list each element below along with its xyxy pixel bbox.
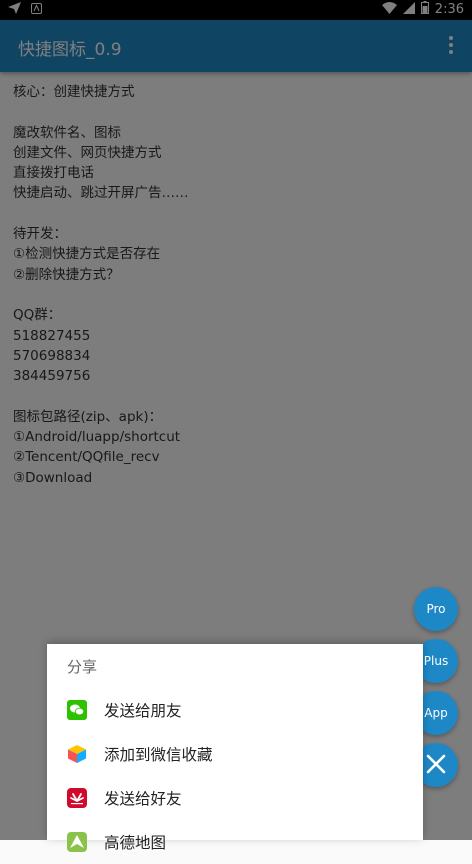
share-item-label: 发送给朋友: [104, 702, 182, 720]
share-sheet-title: 分享: [67, 658, 98, 676]
share-item-label: 发送给好友: [104, 790, 182, 808]
share-item-label: 添加到微信收藏: [104, 746, 213, 764]
share-item-wechat-favorites[interactable]: 添加到微信收藏: [47, 732, 423, 776]
wechat-icon: [67, 700, 87, 720]
huawei-icon: [67, 788, 87, 808]
share-sheet: 分享 发送给朋友 添加到微信收藏 发送给好友 高德地图: [47, 644, 423, 852]
amap-icon: [67, 832, 87, 852]
share-item-wechat-friend[interactable]: 发送给朋友: [47, 688, 423, 732]
share-item-label: 高德地图: [104, 834, 167, 852]
pro-button[interactable]: Pro: [414, 587, 458, 631]
close-icon: [425, 753, 447, 778]
wechat-favorites-icon: [67, 744, 87, 764]
share-item-send-to-friend[interactable]: 发送给好友: [47, 776, 423, 820]
share-item-amap[interactable]: 高德地图: [47, 820, 423, 864]
